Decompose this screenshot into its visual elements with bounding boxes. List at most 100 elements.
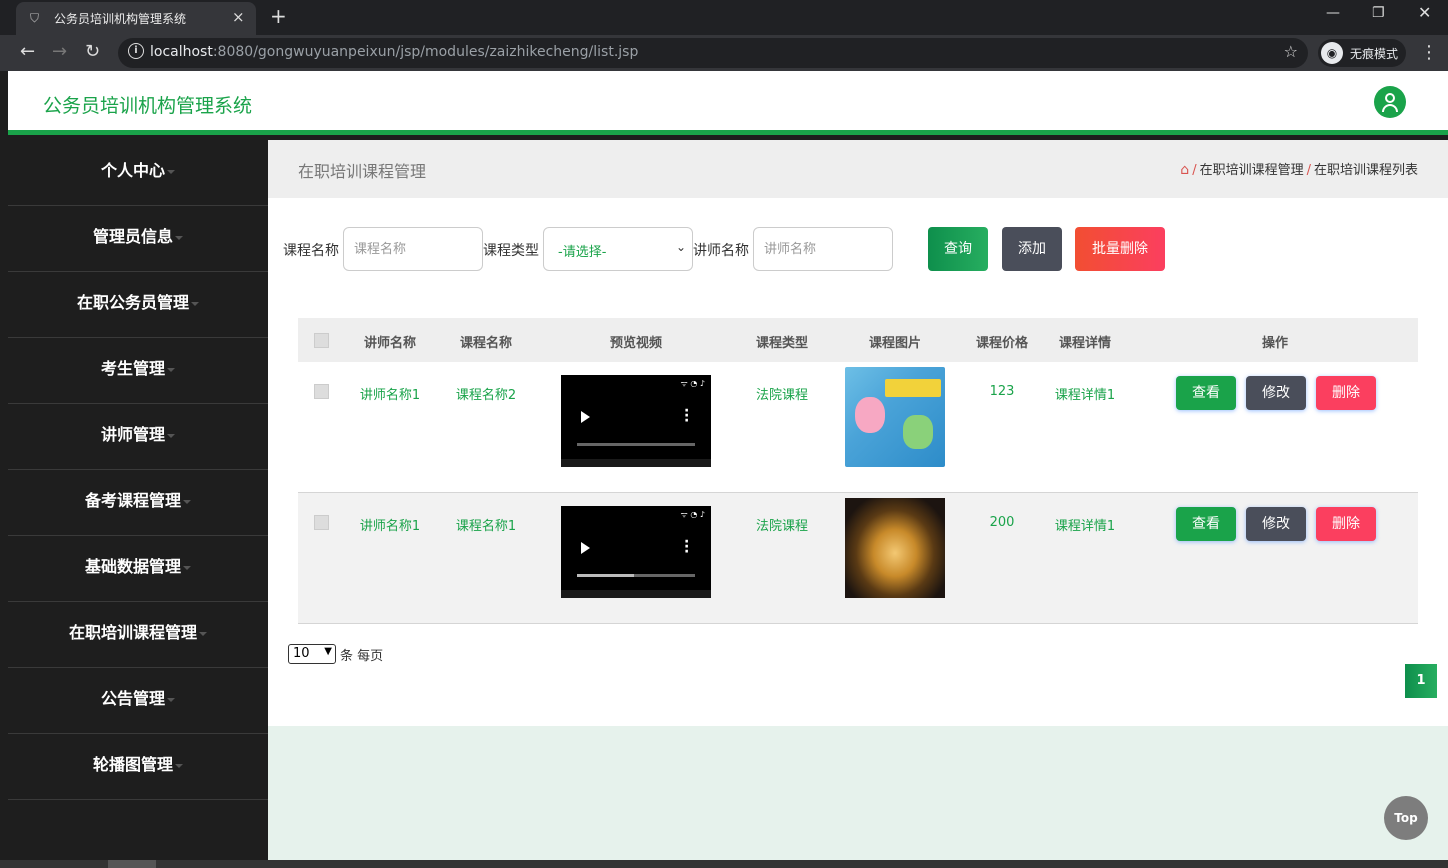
view-button[interactable]: 查看 [1176, 507, 1236, 541]
view-button[interactable]: 查看 [1176, 376, 1236, 410]
play-icon[interactable] [581, 542, 590, 554]
search-button[interactable]: 查询 [928, 227, 988, 271]
add-button[interactable]: 添加 [1002, 227, 1062, 271]
course-name-input[interactable] [343, 227, 483, 271]
course-image [845, 367, 945, 467]
select-all-checkbox[interactable] [314, 333, 329, 348]
home-icon[interactable]: ⌂ [1180, 162, 1189, 178]
video-progress[interactable] [577, 443, 695, 446]
incognito-badge[interactable]: ◉ 无痕模式 [1318, 39, 1406, 67]
caret-down-icon [191, 302, 199, 306]
preview-video[interactable]: ᯤ ◔ ♪ · · · [561, 506, 711, 598]
column-header: 课程类型 [755, 336, 809, 351]
sidebar-item-personal-center[interactable]: 个人中心 [8, 140, 268, 206]
star-icon[interactable]: ☆ [1284, 42, 1298, 61]
table-header: 讲师名称 课程名称 预览视频 课程类型 课程图片 课程价格 课程详情 操作 [298, 318, 1418, 362]
teacher-cell: 讲师名称1 [359, 388, 421, 403]
row-checkbox[interactable] [314, 515, 329, 530]
course-name-label: 课程名称 [283, 243, 339, 259]
new-tab-icon[interactable]: + [270, 4, 287, 28]
column-header: 课程详情 [1058, 336, 1112, 351]
video-progress[interactable] [577, 574, 695, 577]
breadcrumb-bar: 在职培训课程管理 ⌂ / 在职培训课程管理 / 在职培训课程列表 [268, 140, 1448, 198]
sidebar: 个人中心 管理员信息 在职公务员管理 考生管理 讲师管理 备考课程管理 基础数据… [8, 140, 268, 860]
sidebar-item-civil-servants[interactable]: 在职公务员管理 [8, 272, 268, 338]
caret-down-icon [199, 632, 207, 636]
detail-cell: 课程详情1 [1054, 519, 1116, 534]
batch-delete-button[interactable]: 批量删除 [1075, 227, 1165, 271]
column-header: 课程图片 [868, 336, 922, 351]
browser-menu-icon[interactable]: ⋮ [1420, 42, 1438, 63]
url-text[interactable]: localhost:8080/gongwuyuanpeixun/jsp/modu… [150, 44, 638, 60]
breadcrumb-item[interactable]: 在职培训课程管理 [1200, 163, 1304, 178]
page-button-current[interactable]: 1 [1405, 664, 1437, 698]
more-vertical-icon[interactable]: · · · [684, 404, 689, 428]
caret-down-icon [167, 698, 175, 702]
play-icon[interactable] [581, 411, 590, 423]
more-vertical-icon[interactable]: · · · [684, 535, 689, 559]
sidebar-item-base-data[interactable]: 基础数据管理 [8, 536, 268, 602]
reload-icon[interactable]: ↻ [85, 41, 100, 62]
caret-down-icon [167, 434, 175, 438]
caret-down-icon [183, 500, 191, 504]
course-cell: 课程名称2 [455, 388, 517, 403]
app-title: 公务员培训机构管理系统 [43, 95, 253, 117]
incognito-label: 无痕模式 [1350, 47, 1399, 61]
chevron-down-icon: ⌄ [675, 240, 686, 254]
course-image [845, 498, 945, 598]
sidebar-item-announcements[interactable]: 公告管理 [8, 668, 268, 734]
row-checkbox[interactable] [314, 384, 329, 399]
teacher-name-input[interactable] [753, 227, 893, 271]
caret-down-icon [175, 236, 183, 240]
browser-toolbar: ← → ↻ i localhost:8080/gongwuyuanpeixun/… [0, 35, 1448, 71]
close-window-icon[interactable]: ✕ [1418, 3, 1431, 22]
forward-icon[interactable]: → [52, 41, 67, 62]
price-cell: 123 [989, 384, 1015, 399]
page-title: 在职培训课程管理 [298, 162, 427, 181]
delete-button[interactable]: 删除 [1316, 376, 1376, 410]
caret-down-icon [167, 368, 175, 372]
teacher-cell: 讲师名称1 [359, 519, 421, 534]
preview-video[interactable]: ᯤ ◔ ♪ · · · [561, 375, 711, 467]
price-cell: 200 [989, 515, 1015, 530]
sidebar-item-carousel[interactable]: 轮播图管理 [8, 734, 268, 800]
taskbar [0, 860, 1448, 868]
info-icon[interactable]: i [128, 43, 144, 59]
sidebar-item-teachers[interactable]: 讲师管理 [8, 404, 268, 470]
sidebar-item-admin-info[interactable]: 管理员信息 [8, 206, 268, 272]
column-header: 讲师名称 [363, 336, 417, 351]
user-avatar-icon[interactable] [1374, 86, 1406, 118]
incognito-icon: ◉ [1321, 42, 1343, 64]
course-cell: 课程名称1 [455, 519, 517, 534]
caret-down-icon [175, 764, 183, 768]
sidebar-item-examinees[interactable]: 考生管理 [8, 338, 268, 404]
back-to-top-button[interactable]: Top [1384, 796, 1428, 840]
column-header: 预览视频 [609, 336, 663, 351]
address-bar[interactable]: i localhost:8080/gongwuyuanpeixun/jsp/mo… [118, 38, 1308, 68]
breadcrumb-item: 在职培训课程列表 [1313, 163, 1418, 178]
close-tab-icon[interactable]: × [232, 8, 245, 26]
app-header: 公务员培训机构管理系统 [8, 71, 1448, 135]
sidebar-item-training-courses[interactable]: 在职培训课程管理 [8, 602, 268, 668]
course-type-select[interactable]: -请选择- ⌄ [543, 227, 693, 271]
main-content: 在职培训课程管理 ⌂/在职培训课程管理/在职培训课程列表 课程名称 课程类型 -… [268, 140, 1448, 860]
sidebar-item-exam-courses[interactable]: 备考课程管理 [8, 470, 268, 536]
table-row: 讲师名称1 课程名称1 ᯤ ◔ ♪ · · · 法院课程 200 课程详情1 查看 … [298, 493, 1418, 624]
minimize-icon[interactable]: — [1326, 5, 1340, 21]
tab-title: 公务员培训机构管理系统 [54, 12, 187, 26]
table-row: 讲师名称1 课程名称2 ᯤ ◔ ♪ · · · 法院课程 123 课程详情1 查看 … [298, 362, 1418, 493]
per-page-text: 条 每页 [340, 649, 384, 664]
page-size-select[interactable]: 10 ▼ [288, 644, 336, 664]
breadcrumb: ⌂ / 在职培训课程管理 / 在职培训课程列表 [1180, 162, 1418, 178]
restore-icon[interactable]: ❐ [1372, 5, 1385, 21]
column-header: 课程名称 [459, 336, 513, 351]
back-icon[interactable]: ← [20, 41, 35, 62]
caret-down-icon [183, 566, 191, 570]
type-cell: 法院课程 [755, 388, 809, 403]
course-type-label: 课程类型 [483, 243, 539, 259]
edit-button[interactable]: 修改 [1246, 376, 1306, 410]
browser-tab[interactable]: ⛉ 公务员培训机构管理系统 × [16, 2, 256, 35]
delete-button[interactable]: 删除 [1316, 507, 1376, 541]
shield-icon: ⛉ [30, 11, 40, 25]
edit-button[interactable]: 修改 [1246, 507, 1306, 541]
